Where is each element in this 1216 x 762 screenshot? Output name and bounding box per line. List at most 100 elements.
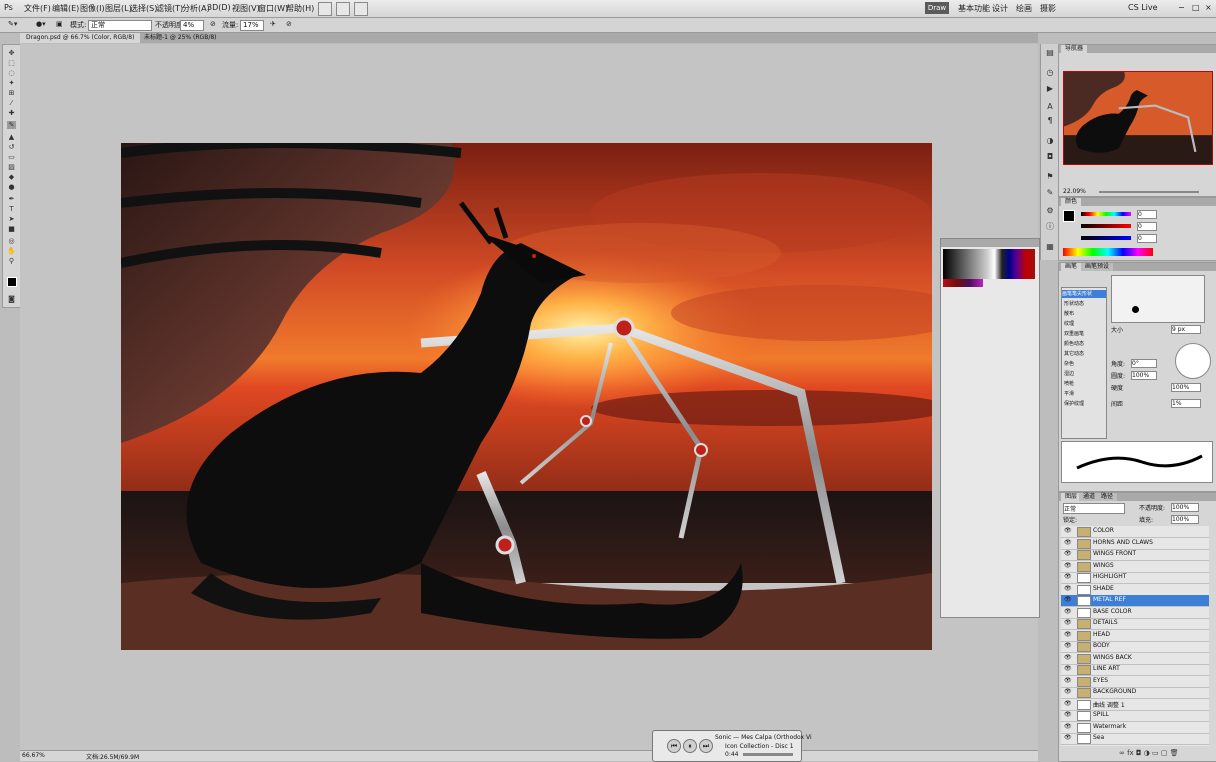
hand-tool-icon[interactable]: ✋	[7, 247, 16, 255]
blue-slider[interactable]	[1081, 236, 1131, 240]
brush-tip-selected-icon[interactable]	[1132, 306, 1139, 313]
menu-select[interactable]: 选择(S)	[130, 3, 157, 14]
layer-visibility-icon[interactable]: 👁	[1064, 654, 1072, 661]
foreground-color-swatch[interactable]	[7, 277, 17, 287]
adjustments-icon[interactable]: ◑	[1045, 136, 1055, 145]
layer-visibility-icon[interactable]: 👁	[1064, 551, 1072, 557]
brush-tool-icon[interactable]: ✎	[7, 121, 16, 129]
layer-visibility-icon[interactable]: 👁	[1064, 539, 1072, 546]
tab-channels[interactable]: 通道	[1079, 493, 1100, 501]
airbrush-icon[interactable]: ✈	[270, 20, 276, 28]
character-icon[interactable]: A	[1045, 102, 1055, 111]
workspace-design[interactable]: 设计	[992, 3, 1008, 14]
brush-angle-value[interactable]: 0°	[1131, 359, 1157, 368]
layer-visibility-icon[interactable]: 👁	[1064, 585, 1072, 592]
layer-row[interactable]: 👁 曲线 调整 1	[1061, 699, 1209, 711]
workspace-paint[interactable]: 绘画	[1016, 3, 1032, 14]
layer-visibility-icon[interactable]: 👁	[1064, 723, 1072, 730]
brush-option-shape-dynamics[interactable]: 形状动态	[1064, 300, 1084, 307]
artwork-canvas[interactable]	[121, 143, 932, 650]
brush-option-tip-shape[interactable]: 画笔笔尖形状	[1062, 290, 1106, 298]
tab-brush-presets[interactable]: 画笔预设	[1081, 263, 1114, 271]
menu-window[interactable]: 窗口(W)	[258, 3, 288, 14]
green-slider[interactable]	[1081, 224, 1131, 228]
brush-roundness-value[interactable]: 100%	[1131, 371, 1157, 380]
layer-row[interactable]: 👁 WINGS FRONT	[1061, 549, 1209, 561]
zoom-level-icon[interactable]	[336, 2, 350, 16]
brush-tool-icon[interactable]: ✎▾	[8, 20, 17, 28]
layer-visibility-icon[interactable]: 👁	[1064, 700, 1072, 707]
tab-color[interactable]: 颜色	[1061, 198, 1082, 206]
zoom-tool-icon[interactable]: ⚲	[7, 257, 16, 265]
info-icon[interactable]: ⓘ	[1045, 222, 1055, 231]
brush-size-icon[interactable]: ●▾	[36, 20, 46, 28]
layer-visibility-icon[interactable]: 👁	[1064, 735, 1072, 741]
blue-value[interactable]: 0	[1137, 234, 1157, 243]
brush-size-value[interactable]: 9 px	[1171, 325, 1201, 334]
tool-presets-icon[interactable]: ⚙	[1045, 206, 1055, 215]
brush-tip-grid[interactable]	[1111, 275, 1205, 323]
color-spectrum-bar[interactable]	[1063, 248, 1153, 256]
layer-visibility-icon[interactable]: 👁	[1064, 528, 1072, 534]
add-mask-icon[interactable]: ◘	[1136, 749, 1142, 757]
stamp-tool-icon[interactable]: ▲	[7, 133, 16, 141]
tab-layers[interactable]: 图层	[1061, 493, 1082, 501]
workspace-photo[interactable]: 摄影	[1040, 3, 1056, 14]
tab-brush[interactable]: 画笔	[1061, 263, 1082, 271]
layer-row[interactable]: 👁 SHADE	[1061, 584, 1209, 596]
histogram-icon[interactable]: ▤	[1045, 48, 1055, 57]
pressure-opacity-icon[interactable]: ⊘	[210, 20, 216, 28]
gradient-tool-icon[interactable]: ▨	[7, 163, 16, 171]
notes-icon[interactable]: ▦	[1045, 242, 1055, 251]
red-value[interactable]: 0	[1137, 210, 1157, 219]
flow-input[interactable]: 17%	[240, 20, 264, 31]
eyedropper-tool-icon[interactable]: ⁄	[7, 99, 16, 107]
pen-tool-icon[interactable]: ✒	[7, 195, 16, 203]
tab-dragon[interactable]: Dragon.psd @ 66.7% (Color, RGB/8)	[20, 33, 141, 43]
new-group-icon[interactable]: ▭	[1152, 749, 1159, 757]
3d-rotate-tool-icon[interactable]: ◎	[7, 237, 16, 245]
pressure-size-icon[interactable]: ⊘	[286, 20, 292, 28]
zoom-status[interactable]: 66.67%	[22, 752, 45, 759]
layer-row[interactable]: 👁 Sea	[1061, 733, 1209, 745]
layer-visibility-icon[interactable]: 👁	[1064, 643, 1072, 649]
menu-filter[interactable]: 滤镜(T)	[156, 3, 183, 14]
marquee-tool-icon[interactable]: ⬚	[7, 59, 16, 67]
layer-visibility-icon[interactable]: 👁	[1064, 689, 1072, 695]
layer-row[interactable]: 👁 METAL REF	[1061, 595, 1209, 607]
menu-analysis[interactable]: 分析(A)	[182, 3, 210, 14]
layer-blend-select[interactable]: 正常	[1063, 503, 1125, 514]
media-progress-bar[interactable]	[743, 753, 793, 756]
brush-presets-icon[interactable]: ✎	[1045, 188, 1055, 197]
opacity-input[interactable]: 4%	[180, 20, 204, 31]
layer-visibility-icon[interactable]: 👁	[1064, 631, 1072, 638]
swatch-grid[interactable]	[943, 249, 1035, 279]
workspace-draw-button[interactable]: Draw	[925, 2, 949, 14]
bridge-icon[interactable]	[318, 2, 332, 16]
brush-angle-dial[interactable]	[1175, 343, 1211, 379]
layer-style-icon[interactable]: fx	[1127, 749, 1134, 757]
layer-visibility-icon[interactable]: 👁	[1064, 608, 1072, 615]
brush-option-other-dynamics[interactable]: 其它动态	[1064, 350, 1084, 357]
swatch-row-custom[interactable]	[943, 279, 983, 287]
layer-visibility-icon[interactable]: 👁	[1064, 562, 1072, 569]
brush-option-dual[interactable]: 双重画笔	[1064, 330, 1084, 337]
cs-live-button[interactable]: CS Live	[1128, 3, 1158, 12]
menu-view[interactable]: 视图(V)	[232, 3, 260, 14]
tab-navigator[interactable]: 导航器	[1061, 45, 1088, 53]
layer-visibility-icon[interactable]: 👁	[1064, 666, 1072, 672]
lasso-tool-icon[interactable]: ◌	[7, 69, 16, 77]
layer-row[interactable]: 👁 COLOR	[1061, 526, 1209, 538]
mode-select[interactable]: 正常	[88, 20, 152, 31]
layer-visibility-icon[interactable]: 👁	[1064, 574, 1072, 580]
layer-visibility-icon[interactable]: 👁	[1064, 597, 1072, 603]
menu-help[interactable]: 帮助(H)	[286, 3, 314, 14]
brush-option-texture[interactable]: 纹理	[1064, 320, 1074, 327]
brush-spacing-value[interactable]: 1%	[1171, 399, 1201, 408]
green-value[interactable]: 0	[1137, 222, 1157, 231]
brush-option-protect-texture[interactable]: 保护纹理	[1064, 400, 1084, 407]
type-tool-icon[interactable]: T	[7, 205, 16, 213]
brush-option-noise[interactable]: 杂色	[1064, 360, 1074, 367]
layer-row[interactable]: 👁 Watermark	[1061, 722, 1209, 734]
paragraph-icon[interactable]: ¶	[1045, 116, 1055, 125]
